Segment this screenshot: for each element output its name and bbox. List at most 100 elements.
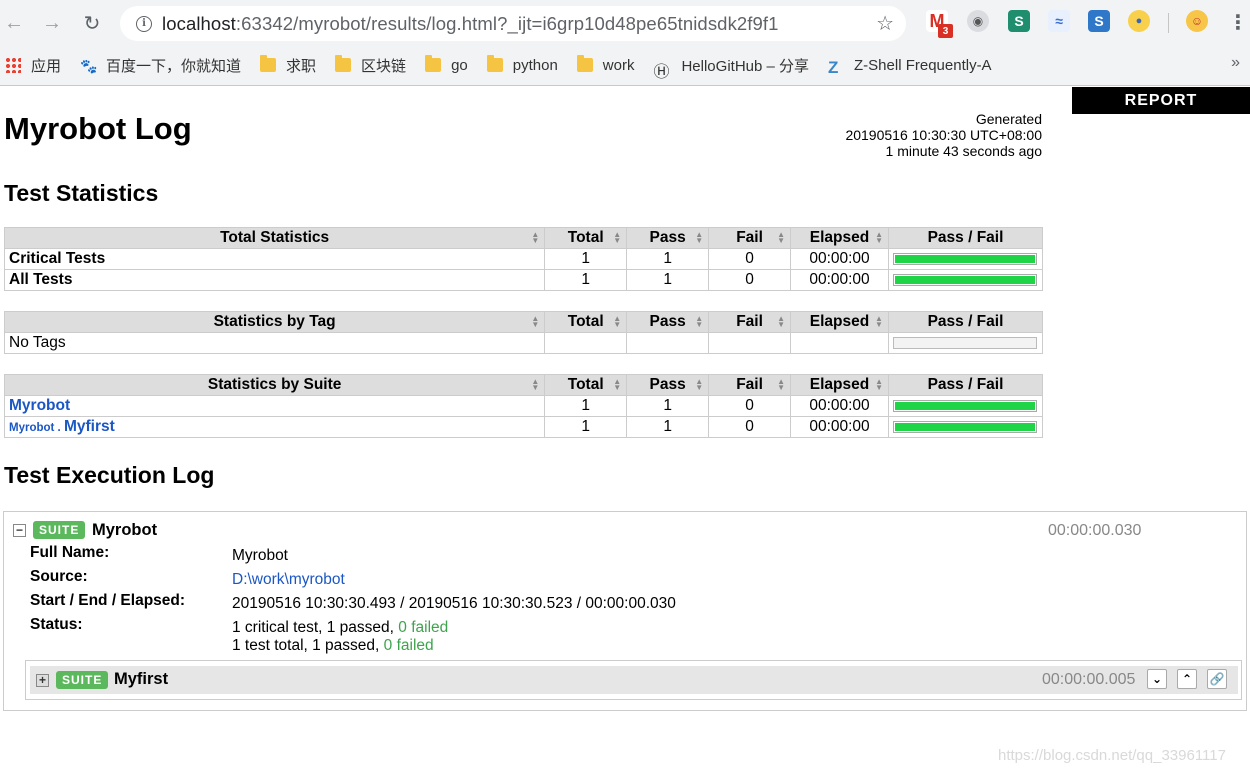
sort-icon[interactable]: ▲ ▼ — [875, 378, 883, 392]
pass-count: 1 — [626, 395, 710, 417]
bookmarks-overflow-icon[interactable]: » — [1231, 54, 1240, 72]
bookmark-item[interactable]: go — [425, 55, 468, 74]
info-icon[interactable]: i — [136, 15, 152, 32]
bookmark-label: python — [512, 56, 558, 74]
sort-icon[interactable]: ▲ ▼ — [531, 231, 539, 245]
source-link[interactable]: D:\work\myrobot — [232, 571, 345, 588]
pass-fail-column-header: Pass / Fail — [887, 311, 1044, 333]
s-blue-extension-icon[interactable]: S — [1088, 10, 1110, 32]
suite-name[interactable]: Myrobot — [92, 521, 157, 540]
pass-column-header[interactable]: Pass ▲ ▼ — [626, 311, 710, 333]
suite-link[interactable]: Myfirst — [64, 418, 115, 435]
fail-column-header[interactable]: Fail ▲ ▼ — [708, 227, 792, 249]
status-line-critical: 1 critical test, 1 passed, 0 failed — [232, 619, 449, 636]
elapsed-column-header[interactable]: Elapsed ▲ ▼ — [790, 227, 889, 249]
fail-count: 0 — [708, 395, 792, 417]
link-icon[interactable]: 🔗 — [1207, 669, 1227, 689]
s-extension-icon[interactable]: S — [1008, 10, 1030, 32]
total-column-header[interactable]: Total ▲ ▼ — [544, 227, 628, 249]
times-label: Start / End / Elapsed: — [30, 592, 186, 609]
sort-icon[interactable]: ▲ ▼ — [613, 315, 621, 329]
failed-count: 0 failed — [383, 637, 434, 654]
parent-suite-link[interactable]: Myrobot . — [9, 422, 64, 434]
reload-icon[interactable]: ↻ — [78, 9, 106, 37]
sort-icon[interactable]: ▲ ▼ — [695, 378, 703, 392]
pass-count: 1 — [626, 269, 710, 291]
total-count: 1 — [544, 248, 628, 270]
full-name-value: Myrobot — [232, 547, 288, 564]
gmail-extension-icon[interactable]: M3 — [926, 10, 953, 38]
pass-column-header[interactable]: Pass ▲ ▼ — [626, 374, 710, 396]
elapsed-column-header[interactable]: Elapsed ▲ ▼ — [790, 374, 889, 396]
sort-icon[interactable]: ▲ ▼ — [695, 231, 703, 245]
bookmark-star-icon[interactable]: ☆ — [876, 11, 894, 36]
report-link[interactable]: REPORT — [1072, 87, 1250, 114]
source-value: D:\work\myrobot — [232, 571, 345, 589]
collapse-all-button[interactable]: ⌃ — [1177, 669, 1197, 689]
execution-log-heading: Test Execution Log — [4, 462, 215, 488]
sort-icon[interactable]: ▲ ▼ — [531, 315, 539, 329]
pass-column-header[interactable]: Pass ▲ ▼ — [626, 227, 710, 249]
page-title: Myrobot Log — [4, 111, 192, 146]
sort-icon[interactable]: ▲ ▼ — [531, 378, 539, 392]
gmail-badge: 3 — [938, 24, 953, 38]
sort-icon[interactable]: ▲ ▼ — [613, 378, 621, 392]
total-column-header[interactable]: Total ▲ ▼ — [544, 374, 628, 396]
total-column-header[interactable]: Total ▲ ▼ — [544, 311, 628, 333]
empty-cell — [544, 332, 628, 354]
collapse-toggle[interactable]: − — [13, 524, 26, 537]
suite-statistics-header[interactable]: Statistics by Suite ▲ ▼ — [3, 374, 546, 396]
bookmark-label: HelloGitHub – 分享 — [681, 57, 810, 75]
child-suite-elapsed: 00:00:00.005 — [1042, 671, 1136, 688]
bookmark-item[interactable]: 🐾 百度一下，你就知道 — [80, 55, 241, 76]
bookmark-item[interactable]: work — [576, 55, 634, 74]
profile-avatar-icon[interactable]: ☺ — [1186, 10, 1208, 32]
bookmark-item[interactable]: 求职 — [260, 55, 316, 76]
fail-column-header[interactable]: Fail ▲ ▼ — [708, 374, 792, 396]
sort-icon[interactable]: ▲ ▼ — [875, 231, 883, 245]
chat-extension-icon[interactable]: ◉ — [967, 10, 989, 32]
fail-count: 0 — [708, 248, 792, 270]
sort-icon[interactable]: ▲ ▼ — [777, 315, 785, 329]
url-text[interactable]: localhost:63342/myrobot/results/log.html… — [162, 13, 779, 35]
fail-column-header[interactable]: Fail ▲ ▼ — [708, 311, 792, 333]
back-arrow-icon[interactable]: ← — [0, 9, 28, 37]
elapsed-time: 00:00:00 — [790, 395, 889, 417]
watermark: https://blog.csdn.net/qq_33961117 — [998, 747, 1226, 764]
forward-arrow-icon[interactable]: → — [38, 9, 66, 37]
octocat-extension-icon[interactable]: ● — [1128, 10, 1150, 32]
bookmark-item[interactable]: Z Z-Shell Frequently-A — [828, 57, 992, 78]
wave-extension-icon[interactable]: ≈ — [1048, 10, 1070, 32]
child-suite-header[interactable]: + SUITE Myfirst 00:00:00.005 ⌄ ⌃ 🔗 — [30, 666, 1238, 694]
child-suite-name[interactable]: Myfirst — [114, 670, 168, 689]
sort-icon[interactable]: ▲ ▼ — [777, 231, 785, 245]
bookmark-item[interactable]: Ⓗ HelloGitHub – 分享 — [653, 55, 810, 82]
table-row: All Tests 1 1 0 00:00:00 — [3, 269, 1044, 291]
sort-icon[interactable]: ▲ ▼ — [695, 315, 703, 329]
sort-icon[interactable]: ▲ ▼ — [613, 231, 621, 245]
expand-all-button[interactable]: ⌄ — [1147, 669, 1167, 689]
sort-icon[interactable]: ▲ ▼ — [875, 315, 883, 329]
bookmark-item[interactable]: 区块链 — [335, 55, 406, 76]
empty-cell — [790, 332, 889, 354]
stat-name: Critical Tests — [3, 248, 546, 270]
pass-fail-bar — [893, 400, 1038, 412]
sort-icon[interactable]: ▲ ▼ — [777, 378, 785, 392]
total-statistics-header[interactable]: Total Statistics ▲ ▼ — [3, 227, 546, 249]
bookmark-item[interactable]: 应用 — [5, 55, 61, 76]
graph-cell — [887, 395, 1044, 417]
generated-timestamp: 20190516 10:30:30 UTC+08:00 — [845, 127, 1042, 143]
statistics-heading: Test Statistics — [4, 180, 159, 206]
address-bar[interactable]: i localhost:63342/myrobot/results/log.ht… — [120, 6, 906, 41]
pass-fail-bar — [893, 274, 1038, 286]
tag-statistics-header[interactable]: Statistics by Tag ▲ ▼ — [3, 311, 546, 333]
log-page: REPORT Myrobot Log Generated 20190516 10… — [0, 87, 1250, 774]
browser-menu-icon[interactable]: ⋮ — [1228, 10, 1248, 35]
bookmark-item[interactable]: python — [486, 55, 558, 74]
hellogithub-icon: Ⓗ — [653, 64, 670, 81]
pass-fail-bar — [893, 421, 1038, 433]
elapsed-column-header[interactable]: Elapsed ▲ ▼ — [790, 311, 889, 333]
expand-toggle[interactable]: + — [36, 674, 49, 687]
bookmark-label: go — [451, 56, 468, 74]
suite-link[interactable]: Myrobot — [9, 397, 70, 414]
